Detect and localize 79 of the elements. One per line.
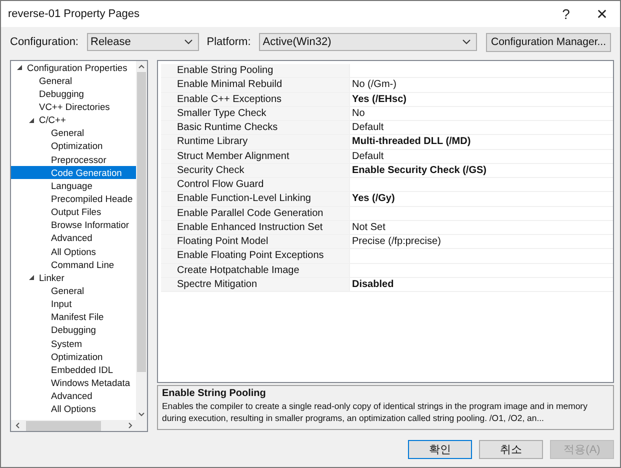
tree-item[interactable]: Embedded IDL — [11, 363, 136, 376]
scroll-thumb[interactable] — [26, 420, 101, 430]
ok-button[interactable]: 확인 — [408, 440, 472, 459]
tree-item[interactable]: All Options — [11, 402, 136, 416]
property-name[interactable]: Enable Floating Point Exceptions — [161, 249, 349, 262]
tree-item[interactable]: Preprocessor — [11, 152, 136, 166]
property-name[interactable]: Enable Enhanced Instruction Set — [161, 220, 349, 234]
property-name[interactable]: Smaller Type Check — [161, 106, 349, 120]
property-value[interactable]: Precise (/fp:precise) — [349, 235, 613, 248]
close-button[interactable]: ✕ — [584, 1, 620, 27]
dialog-button[interactable]: 취소 — [479, 440, 543, 459]
tree-item[interactable]: Manifest File — [11, 310, 136, 324]
chevron-down-icon — [462, 39, 471, 45]
property-value[interactable]: Default — [349, 121, 613, 134]
property-value[interactable]: No (/Gm-) — [349, 78, 613, 92]
property-name[interactable]: Enable Minimal Rebuild — [161, 78, 349, 92]
property-value[interactable]: Enable Security Check (/GS) — [349, 164, 613, 177]
tree-item[interactable]: Optimization — [11, 350, 136, 364]
window-title: reverse-01 Property Pages — [8, 8, 140, 20]
tree-item[interactable]: C/C++ — [11, 114, 136, 127]
tree-item[interactable]: Language — [11, 179, 136, 192]
tree-item[interactable]: General — [11, 284, 136, 298]
tree-item[interactable]: Precompiled Heade — [11, 192, 136, 206]
property-name[interactable]: Floating Point Model — [161, 235, 349, 248]
tree-item[interactable]: VC++ Directories — [11, 100, 136, 114]
configuration-manager-button[interactable]: Configuration Manager... — [486, 32, 611, 52]
property-name[interactable]: Struct Member Alignment — [161, 150, 349, 163]
property-value[interactable]: Yes (/Gy) — [349, 192, 613, 206]
platform-label: Platform: — [206, 36, 251, 48]
tree-item[interactable]: Debugging — [11, 324, 136, 337]
tree-item[interactable]: Optimization — [11, 140, 136, 153]
configuration-label: Configuration: — [10, 36, 78, 48]
chevron-down-icon — [184, 39, 193, 45]
property-name[interactable]: Enable C++ Exceptions — [161, 92, 349, 106]
property-name[interactable]: Create Hotpatchable Image — [161, 264, 349, 277]
property-value[interactable]: No — [349, 106, 613, 120]
tree-item[interactable]: Input — [11, 298, 136, 311]
property-name[interactable]: Enable String Pooling — [161, 64, 349, 78]
scroll-up-icon[interactable] — [138, 64, 145, 69]
property-name[interactable]: Basic Runtime Checks — [161, 121, 349, 134]
property-value[interactable]: Not Set — [349, 220, 613, 234]
tree-item[interactable]: General — [11, 126, 136, 140]
vertical-scrollbar[interactable] — [136, 61, 147, 420]
platform-dropdown[interactable]: Active(Win32) — [258, 33, 477, 51]
collapse-arrow-icon[interactable] — [28, 116, 35, 124]
tree-item[interactable]: Browse Informatior — [11, 218, 136, 232]
property-value[interactable]: Default — [349, 150, 613, 163]
tree-item[interactable]: System — [11, 336, 136, 350]
configuration-dropdown[interactable]: Release — [86, 33, 199, 51]
tree-item[interactable]: Debugging — [11, 87, 136, 100]
property-name[interactable]: Security Check — [161, 164, 349, 177]
property-name[interactable]: Control Flow Guard — [161, 178, 349, 192]
horizontal-scrollbar[interactable] — [11, 420, 147, 431]
scroll-right-icon[interactable] — [128, 422, 133, 429]
property-value[interactable]: Multi-threaded DLL (/MD) — [349, 135, 613, 148]
property-name[interactable]: Enable Parallel Code Generation — [161, 206, 349, 220]
scroll-down-icon[interactable] — [138, 412, 145, 417]
collapse-arrow-icon[interactable] — [28, 274, 35, 282]
tree-item[interactable]: Advanced — [11, 232, 136, 245]
property-name[interactable]: Spectre Mitigation — [161, 278, 349, 291]
tree-item[interactable]: Advanced — [11, 390, 136, 403]
tree-item[interactable]: Linker — [11, 271, 136, 284]
description-text: Enables the compiler to create a single read-only copy of identical strings in the program image and in memory during execution, resulting in smaller programs, an optimization called string pooling. /O1, /O2, an... — [162, 400, 588, 424]
tree-item[interactable]: Command Line — [11, 258, 136, 272]
property-name[interactable]: Runtime Library — [161, 135, 349, 148]
description-title: Enable String Pooling — [162, 388, 267, 399]
scroll-thumb[interactable] — [137, 72, 146, 372]
property-name[interactable]: Enable Function-Level Linking — [161, 192, 349, 206]
property-value[interactable]: Yes (/EHsc) — [349, 92, 613, 106]
tree-item[interactable]: General — [11, 74, 136, 88]
property-value[interactable]: Disabled — [349, 278, 613, 291]
help-button[interactable]: ? — [548, 1, 584, 27]
tree-item[interactable]: Windows Metadata — [11, 376, 136, 390]
tree-item[interactable]: Configuration Properties — [11, 61, 136, 74]
collapse-arrow-icon[interactable] — [16, 64, 23, 72]
tree-item[interactable]: Output Files — [11, 206, 136, 219]
scroll-left-icon[interactable] — [15, 422, 20, 429]
tree-item[interactable]: Code Generation — [11, 166, 136, 180]
tree-item[interactable]: All Options — [11, 244, 136, 258]
